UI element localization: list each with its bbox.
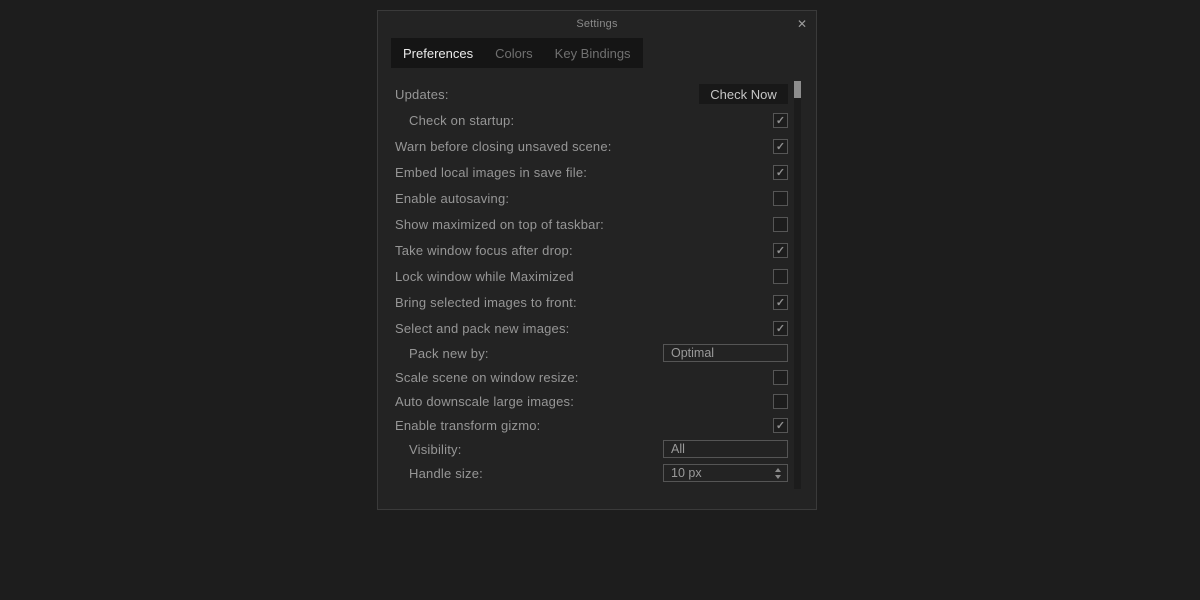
settings-row: Handle size: 10 px xyxy=(378,461,816,485)
bring-selected-images-to-front-checkbox[interactable]: ✓ xyxy=(773,294,788,310)
updates-label: Updates: xyxy=(395,86,449,102)
bring-selected-images-to-front-label: Bring selected images to front: xyxy=(395,294,577,310)
settings-row: Select and pack new images: ✓ xyxy=(378,315,816,341)
scale-scene-on-window-resize-checkbox[interactable] xyxy=(773,369,788,385)
settings-row: Show maximized on top of taskbar: xyxy=(378,211,816,237)
embed-local-images-in-save-file-checkbox[interactable]: ✓ xyxy=(773,164,788,180)
lock-window-while-maximized-checkbox[interactable] xyxy=(773,268,788,284)
close-icon[interactable]: ✕ xyxy=(794,16,810,32)
check-icon: ✓ xyxy=(775,244,786,257)
settings-row: Auto downscale large images: xyxy=(378,389,816,413)
settings-row: Warn before closing unsaved scene: ✓ xyxy=(378,133,816,159)
select-and-pack-new-images-checkbox[interactable]: ✓ xyxy=(773,320,788,336)
settings-dialog: Settings ✕ Preferences Colors Key Bindin… xyxy=(377,10,817,510)
settings-row: Updates: Check Now xyxy=(378,81,816,107)
enable-autosaving-checkbox[interactable] xyxy=(773,190,788,206)
check-icon: ✓ xyxy=(775,419,786,432)
scrollbar-track[interactable] xyxy=(794,81,801,489)
check-on-startup-checkbox[interactable]: ✓ xyxy=(773,112,788,128)
enable-transform-gizmo-label: Enable transform gizmo: xyxy=(395,417,541,433)
warn-before-closing-unsaved-scene-label: Warn before closing unsaved scene: xyxy=(395,138,612,154)
pack-new-by-label: Pack new by: xyxy=(409,345,489,361)
visibility-combo[interactable]: All xyxy=(663,440,788,458)
check-icon: ✓ xyxy=(775,114,786,127)
warn-before-closing-unsaved-scene-checkbox[interactable]: ✓ xyxy=(773,138,788,154)
visibility-label: Visibility: xyxy=(409,441,462,457)
field-value: 10 px xyxy=(671,466,702,480)
pack-new-by-combo[interactable]: Optimal xyxy=(663,344,788,362)
settings-row: Pack new by: Optimal xyxy=(378,341,816,365)
updates-check-now-button[interactable]: Check Now xyxy=(699,84,788,104)
tab-bar: Preferences Colors Key Bindings xyxy=(391,38,643,68)
settings-row: Visibility: All xyxy=(378,437,816,461)
field-value: All xyxy=(671,442,685,456)
settings-row: Lock window while Maximized xyxy=(378,263,816,289)
spinner-arrows xyxy=(775,465,781,481)
settings-row: Enable transform gizmo: ✓ xyxy=(378,413,816,437)
enable-autosaving-label: Enable autosaving: xyxy=(395,190,510,206)
scale-scene-on-window-resize-label: Scale scene on window resize: xyxy=(395,369,579,385)
check-icon: ✓ xyxy=(775,166,786,179)
auto-downscale-large-images-label: Auto downscale large images: xyxy=(395,393,575,409)
check-icon: ✓ xyxy=(775,140,786,153)
settings-row: Embed local images in save file: ✓ xyxy=(378,159,816,185)
lock-window-while-maximized-label: Lock window while Maximized xyxy=(395,268,574,284)
spinner-down-icon[interactable] xyxy=(775,474,781,479)
check-on-startup-label: Check on startup: xyxy=(409,112,515,128)
tab-colors[interactable]: Colors xyxy=(495,46,533,61)
spinner-up-icon[interactable] xyxy=(775,467,781,472)
scrollbar-thumb[interactable] xyxy=(794,81,801,98)
titlebar[interactable]: Settings ✕ xyxy=(378,11,816,38)
settings-row: Enable autosaving: xyxy=(378,185,816,211)
auto-downscale-large-images-checkbox[interactable] xyxy=(773,393,788,409)
handle-size-spinner[interactable]: 10 px xyxy=(663,464,788,482)
settings-row: Bring selected images to front: ✓ xyxy=(378,289,816,315)
show-maximized-on-top-of-taskbar-checkbox[interactable] xyxy=(773,216,788,232)
enable-transform-gizmo-checkbox[interactable]: ✓ xyxy=(773,417,788,433)
preferences-panel: Updates: Check Now Check on startup: ✓ Warn … xyxy=(378,81,816,485)
settings-row: Take window focus after drop: ✓ xyxy=(378,237,816,263)
take-window-focus-after-drop-label: Take window focus after drop: xyxy=(395,242,573,258)
settings-row: Check on startup: ✓ xyxy=(378,107,816,133)
take-window-focus-after-drop-checkbox[interactable]: ✓ xyxy=(773,242,788,258)
select-and-pack-new-images-label: Select and pack new images: xyxy=(395,320,570,336)
embed-local-images-in-save-file-label: Embed local images in save file: xyxy=(395,164,588,180)
field-value: Optimal xyxy=(671,346,715,360)
check-icon: ✓ xyxy=(775,296,786,309)
settings-row: Scale scene on window resize: xyxy=(378,365,816,389)
dialog-title: Settings xyxy=(576,18,618,30)
check-icon: ✓ xyxy=(775,322,786,335)
tab-key-bindings[interactable]: Key Bindings xyxy=(555,46,631,61)
tab-preferences[interactable]: Preferences xyxy=(403,46,473,61)
handle-size-label: Handle size: xyxy=(409,465,483,481)
show-maximized-on-top-of-taskbar-label: Show maximized on top of taskbar: xyxy=(395,216,604,232)
